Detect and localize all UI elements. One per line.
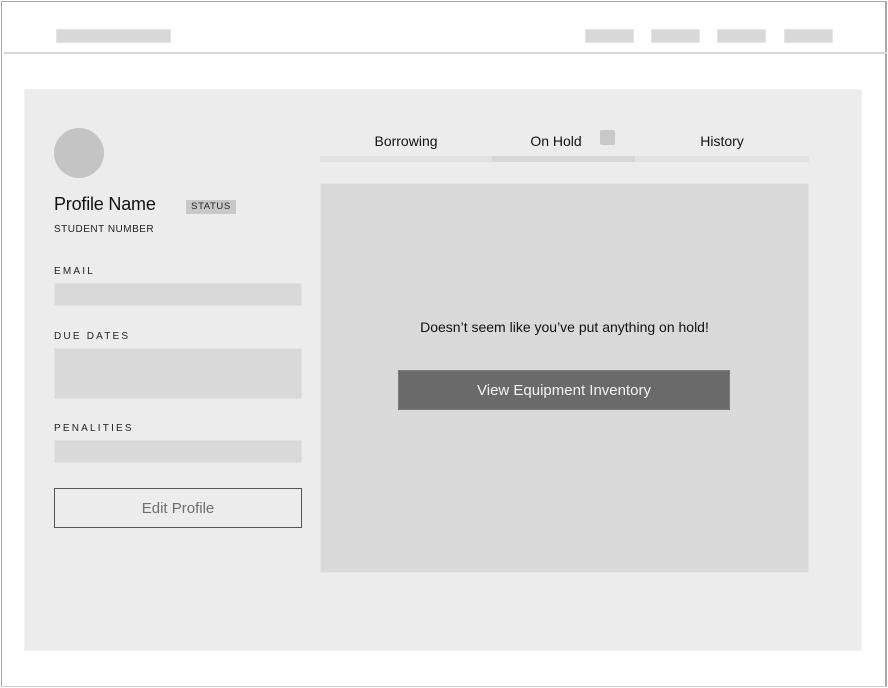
status-badge: STATUS [186,200,236,214]
empty-state-message: Doesn’t seem like you’ve put anything on… [420,319,709,335]
nav-item-3[interactable] [717,29,766,43]
on-hold-content: Doesn’t seem like you’ve put anything on… [320,183,809,573]
email-field [54,283,302,306]
profile-panel: Profile Name STATUS STUDENT NUMBER EMAIL… [24,89,862,651]
logo-placeholder[interactable] [56,29,171,43]
tab-history-label: History [700,133,744,149]
tab-borrowing[interactable]: Borrowing [320,128,492,158]
tab-history[interactable]: History [635,128,809,158]
penalties-field [54,440,302,463]
tab-borrowing-label: Borrowing [374,133,438,149]
due-dates-label: DUE DATES [54,331,131,342]
nav-item-1[interactable] [585,29,634,43]
penalties-label: PENALITIES [54,423,134,434]
tab-bar: Borrowing On Hold History [320,128,809,163]
profile-name: Profile Name [54,194,156,214]
student-number: STUDENT NUMBER [54,224,155,235]
email-label: EMAIL [54,266,96,277]
edit-profile-button[interactable]: Edit Profile [54,488,302,528]
nav-item-2[interactable] [651,29,700,43]
due-dates-field [54,348,302,399]
tab-on-hold[interactable]: On Hold [492,128,635,158]
tab-on-hold-label: On Hold [530,133,582,149]
avatar [54,128,104,178]
nav-item-4[interactable] [784,29,833,43]
view-inventory-button[interactable]: View Equipment Inventory [398,370,730,410]
notification-badge-icon [599,130,615,145]
top-nav-bar [4,4,887,54]
